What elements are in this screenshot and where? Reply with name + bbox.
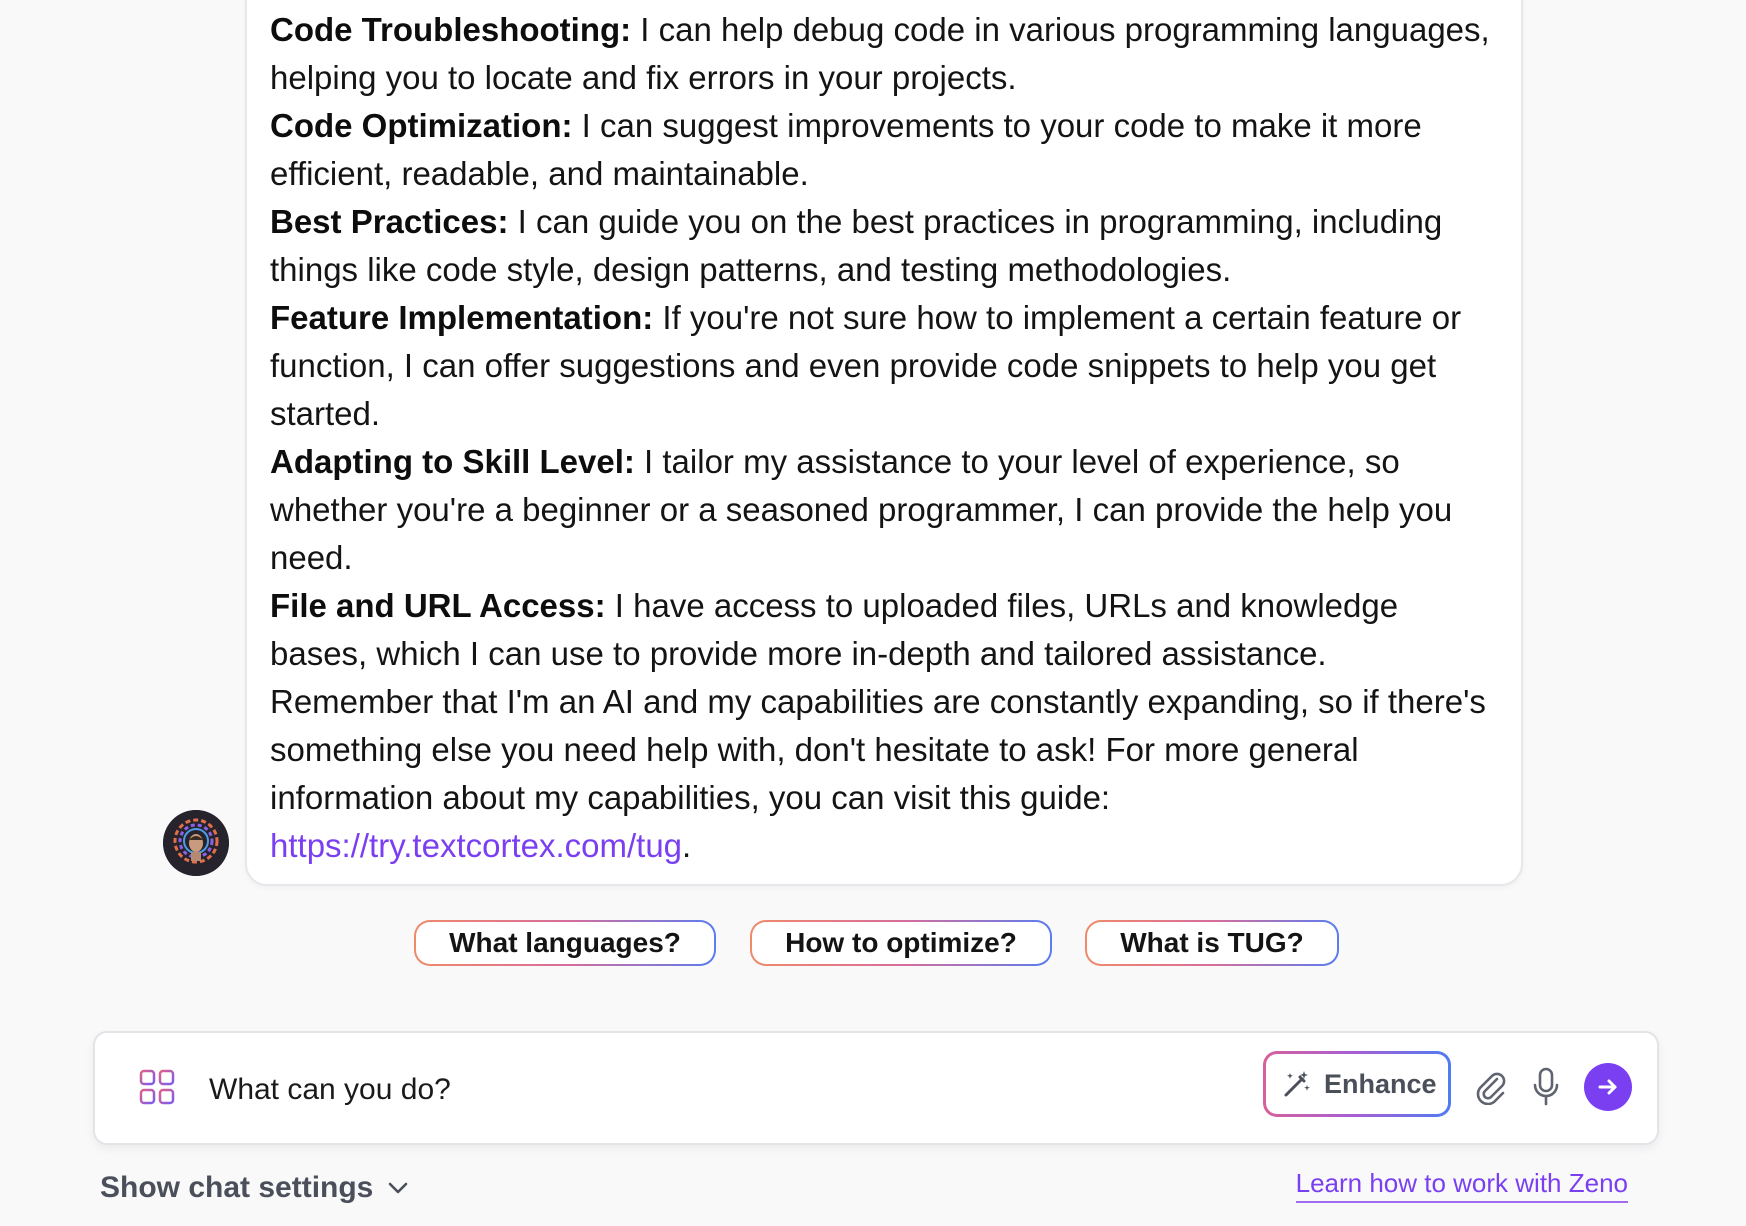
arrow-right-icon [1598,1079,1617,1095]
closing-text: Remember that I'm an AI and my capabilit… [270,683,1486,816]
capability-title: File and URL Access: [270,587,606,624]
paperclip-icon[interactable] [1473,1069,1507,1110]
suggestion-chip-optimize[interactable]: How to optimize? [750,920,1052,966]
chat-input[interactable] [207,1061,1211,1119]
assistant-avatar [163,810,229,876]
closing-suffix: . [682,827,692,864]
prompt-library-icon[interactable] [139,1069,175,1110]
capability-title: Code Troubleshooting: [270,11,632,48]
chevron-down-icon [389,1182,408,1194]
send-button[interactable] [1584,1063,1632,1111]
capability-title: Feature Implementation: [270,299,654,336]
capability-item: Feature Implementation: If you're not su… [270,294,1490,438]
enhance-label: Enhance [1324,1068,1437,1099]
suggestion-chip-label: How to optimize? [752,922,1050,964]
capability-title: Code Optimization: [270,107,573,144]
capability-item: Best Practices: I can guide you on the b… [270,198,1490,294]
chat-composer: Enhance [93,1031,1659,1145]
capability-item: Code Optimization: I can suggest improve… [270,102,1490,198]
capability-title: Best Practices: [270,203,509,240]
suggestion-chip-label: What languages? [416,922,714,964]
capability-item: Adapting to Skill Level: I tailor my ass… [270,438,1490,582]
enhance-button[interactable]: Enhance [1263,1051,1451,1117]
suggestion-chip-languages[interactable]: What languages? [414,920,716,966]
avatar-portrait-icon [163,810,229,876]
magic-wand-icon [1284,1071,1310,1097]
suggestion-chips: What languages? How to optimize? What is… [0,920,1746,966]
enhance-button-inner: Enhance [1266,1054,1448,1114]
assistant-message-text: Code Troubleshooting: I can help debug c… [270,6,1490,870]
capability-item: File and URL Access: I have access to up… [270,582,1490,678]
closing-paragraph: Remember that I'm an AI and my capabilit… [270,678,1490,870]
guide-link[interactable]: https://try.textcortex.com/tug [270,827,682,864]
show-chat-settings-toggle[interactable]: Show chat settings [100,1168,409,1208]
capability-title: Adapting to Skill Level: [270,443,635,480]
learn-zeno-link[interactable]: Learn how to work with Zeno [1295,1168,1628,1203]
settings-toggle-label: Show chat settings [100,1171,374,1204]
microphone-icon[interactable] [1531,1067,1561,1112]
capability-item: Code Troubleshooting: I can help debug c… [270,6,1490,102]
suggestion-chip-label: What is TUG? [1087,922,1337,964]
suggestion-chip-tug[interactable]: What is TUG? [1085,920,1339,966]
